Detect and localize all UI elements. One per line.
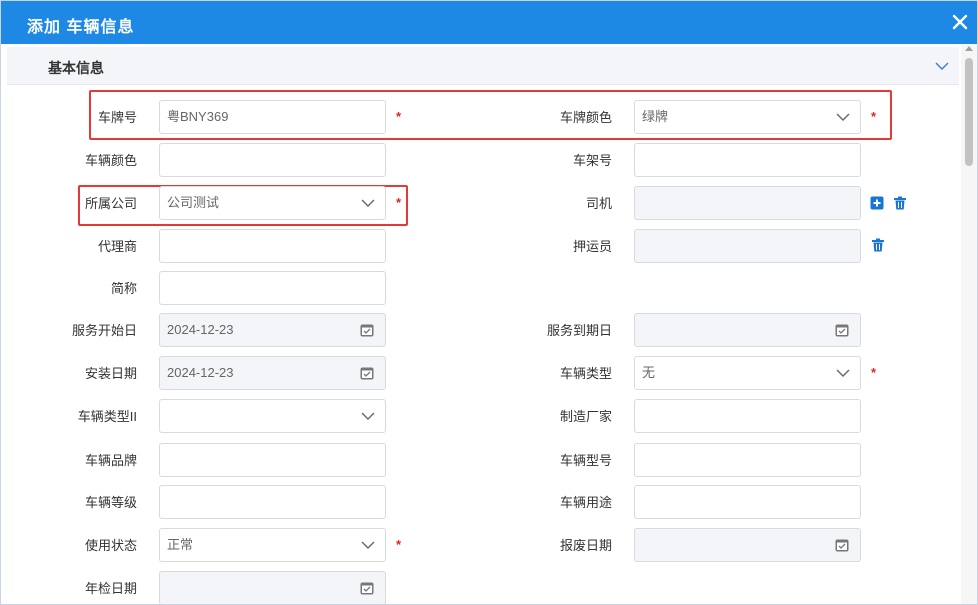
grade-input[interactable] bbox=[159, 485, 386, 519]
chevron-down-icon[interactable] bbox=[935, 60, 949, 72]
label-vehicle-type2: 车辆类型II bbox=[77, 409, 137, 424]
label-service-start: 服务开始日 bbox=[71, 323, 137, 338]
label-scrap-date: 报废日期 bbox=[559, 538, 612, 553]
usage-input[interactable] bbox=[634, 485, 861, 519]
required-mark: * bbox=[396, 537, 402, 552]
label-brand: 车辆品牌 bbox=[84, 453, 137, 468]
vehicle-type-select[interactable]: 无 bbox=[634, 356, 861, 390]
agent-input[interactable] bbox=[159, 229, 386, 263]
label-plate-color: 车牌颜色 bbox=[559, 110, 612, 125]
model-input[interactable] bbox=[634, 443, 861, 477]
add-vehicle-dialog: 添加 车辆信息 基本信息 车牌号 粤BNY369 * 车牌颜色 绿牌 * 车辆颜… bbox=[0, 0, 978, 605]
trash-icon[interactable] bbox=[893, 196, 907, 210]
chevron-down-icon bbox=[836, 369, 850, 377]
plate-no-input[interactable]: 粤BNY369 bbox=[159, 100, 386, 134]
inspection-date-input[interactable] bbox=[159, 571, 386, 604]
label-agent: 代理商 bbox=[97, 239, 137, 254]
service-end-date-input[interactable] bbox=[634, 313, 861, 347]
required-mark: * bbox=[396, 195, 402, 210]
short-name-input[interactable] bbox=[159, 271, 386, 305]
brand-input[interactable] bbox=[159, 443, 386, 477]
plate-color-select[interactable]: 绿牌 bbox=[634, 100, 861, 134]
chevron-down-icon bbox=[361, 199, 375, 207]
calendar-icon[interactable] bbox=[835, 538, 849, 552]
label-short-name: 简称 bbox=[110, 281, 137, 296]
calendar-icon[interactable] bbox=[835, 323, 849, 337]
scrollbar-thumb[interactable] bbox=[965, 58, 973, 166]
label-status: 使用状态 bbox=[84, 538, 137, 553]
required-mark: * bbox=[396, 109, 402, 124]
label-usage: 车辆用途 bbox=[559, 495, 612, 510]
section-title: 基本信息 bbox=[48, 60, 104, 76]
scrap-date-input[interactable] bbox=[634, 528, 861, 562]
add-icon[interactable] bbox=[870, 196, 884, 210]
label-escort: 押运员 bbox=[572, 239, 612, 254]
section-header-basic-info[interactable]: 基本信息 bbox=[7, 47, 959, 85]
service-start-date-input[interactable]: 2024-12-23 bbox=[159, 313, 386, 347]
label-install-date: 安装日期 bbox=[84, 366, 137, 381]
dialog-title: 添加 车辆信息 bbox=[27, 19, 135, 36]
required-mark: * bbox=[871, 109, 877, 124]
vertical-scrollbar[interactable] bbox=[961, 44, 977, 604]
close-icon[interactable] bbox=[949, 11, 971, 33]
chevron-down-icon bbox=[361, 412, 375, 420]
calendar-icon[interactable] bbox=[360, 323, 374, 337]
label-service-end: 服务到期日 bbox=[546, 323, 612, 338]
calendar-icon[interactable] bbox=[360, 366, 374, 380]
frame-no-input[interactable] bbox=[634, 143, 861, 177]
label-company: 所属公司 bbox=[84, 196, 137, 211]
label-inspection-date: 年检日期 bbox=[84, 581, 137, 596]
install-date-input[interactable]: 2024-12-23 bbox=[159, 356, 386, 390]
chevron-down-icon bbox=[361, 541, 375, 549]
label-manufacturer: 制造厂家 bbox=[559, 409, 612, 424]
trash-icon[interactable] bbox=[871, 238, 885, 252]
dialog-titlebar: 添加 车辆信息 bbox=[1, 1, 977, 44]
label-vehicle-color: 车辆颜色 bbox=[84, 153, 137, 168]
label-plate-no: 车牌号 bbox=[97, 110, 137, 125]
label-frame-no: 车架号 bbox=[572, 153, 612, 168]
vehicle-type2-select[interactable] bbox=[159, 399, 386, 433]
label-grade: 车辆等级 bbox=[84, 495, 137, 510]
vehicle-color-input[interactable] bbox=[159, 143, 386, 177]
status-select[interactable]: 正常 bbox=[159, 528, 386, 562]
chevron-down-icon bbox=[836, 113, 850, 121]
label-driver: 司机 bbox=[585, 196, 612, 211]
scroll-up-arrow-icon[interactable] bbox=[965, 46, 973, 51]
company-select[interactable]: 公司测试 bbox=[159, 186, 386, 220]
label-vehicle-type: 车辆类型 bbox=[559, 366, 612, 381]
manufacturer-input[interactable] bbox=[634, 399, 861, 433]
label-model: 车辆型号 bbox=[559, 453, 612, 468]
escort-input[interactable] bbox=[634, 229, 861, 263]
required-mark: * bbox=[871, 365, 877, 380]
driver-input[interactable] bbox=[634, 186, 861, 220]
calendar-icon[interactable] bbox=[360, 581, 374, 595]
